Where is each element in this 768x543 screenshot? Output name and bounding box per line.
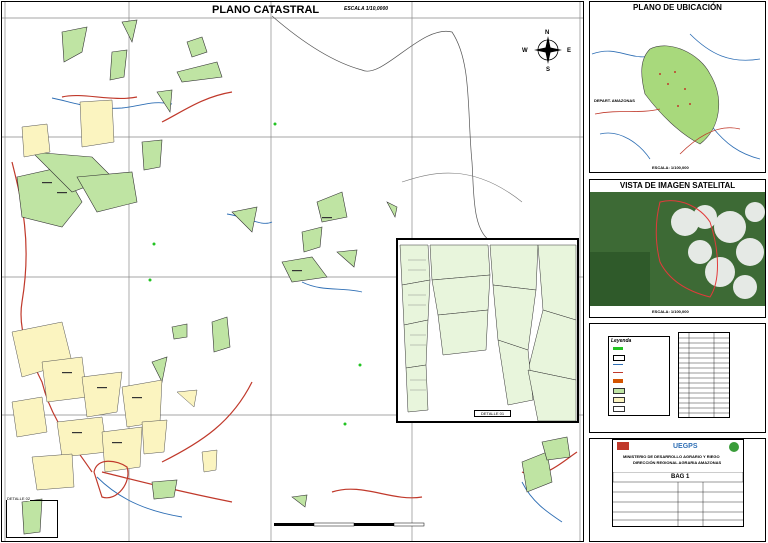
title-inner: UEGPS MINISTERIO DE DESARROLLO AGRARIO Y… — [612, 439, 744, 527]
location-region: DEPART. AMAZONAS — [594, 98, 635, 103]
location-scale: ESCALA: 1/100,000 — [652, 165, 689, 170]
map-title: PLANO CATASTRAL — [212, 4, 320, 16]
map-scale: ESCALA 1/10,0000 — [344, 6, 389, 12]
institution-name2: DIRECCIÓN REGIONAL AGRARIA AMAZONAS — [633, 460, 722, 465]
institution-name1: MINISTERIO DE DESARROLLO AGRARIO Y RIEGO — [623, 454, 720, 459]
inset-label: DETALLE 01 — [474, 410, 512, 417]
satellite-panel[interactable]: VISTA DE IMAGEN SATELITAL ESCALA: 1/100,… — [589, 179, 766, 318]
data-table-lines — [679, 333, 729, 417]
legend-box: Leyenda — [608, 336, 670, 416]
peru-flag-logo — [617, 442, 629, 450]
main-map[interactable]: PLANO CATASTRAL ESCALA 1/10,0000 N S W E — [1, 1, 584, 542]
location-map — [590, 14, 765, 162]
detail-inset-canvas — [399, 244, 577, 421]
compass-n: N — [545, 30, 550, 36]
location-panel[interactable]: PLANO DE UBICACIÓN DEPART. AMAZONAS ESCA… — [589, 1, 766, 173]
legend-title: Leyenda — [611, 338, 632, 344]
seal-logo — [729, 442, 739, 452]
detail-02-label: DETALLE 02 — [7, 496, 31, 501]
compass-s: S — [546, 67, 551, 73]
satellite-scale: ESCALA: 1/100,000 — [652, 309, 689, 314]
detail-02-box[interactable] — [6, 500, 58, 538]
title-block[interactable]: UEGPS MINISTERIO DE DESARROLLO AGRARIO Y… — [589, 438, 766, 542]
title-block-grid — [613, 472, 743, 526]
compass-e: E — [567, 48, 572, 54]
data-table — [678, 332, 730, 418]
satellite-image — [590, 192, 765, 306]
detail-inset[interactable]: DETALLE 01 — [396, 238, 579, 423]
compass-w: W — [522, 48, 528, 54]
institution-logo: UEGPS — [673, 443, 698, 450]
legend-panel[interactable]: Leyenda — [589, 323, 766, 433]
